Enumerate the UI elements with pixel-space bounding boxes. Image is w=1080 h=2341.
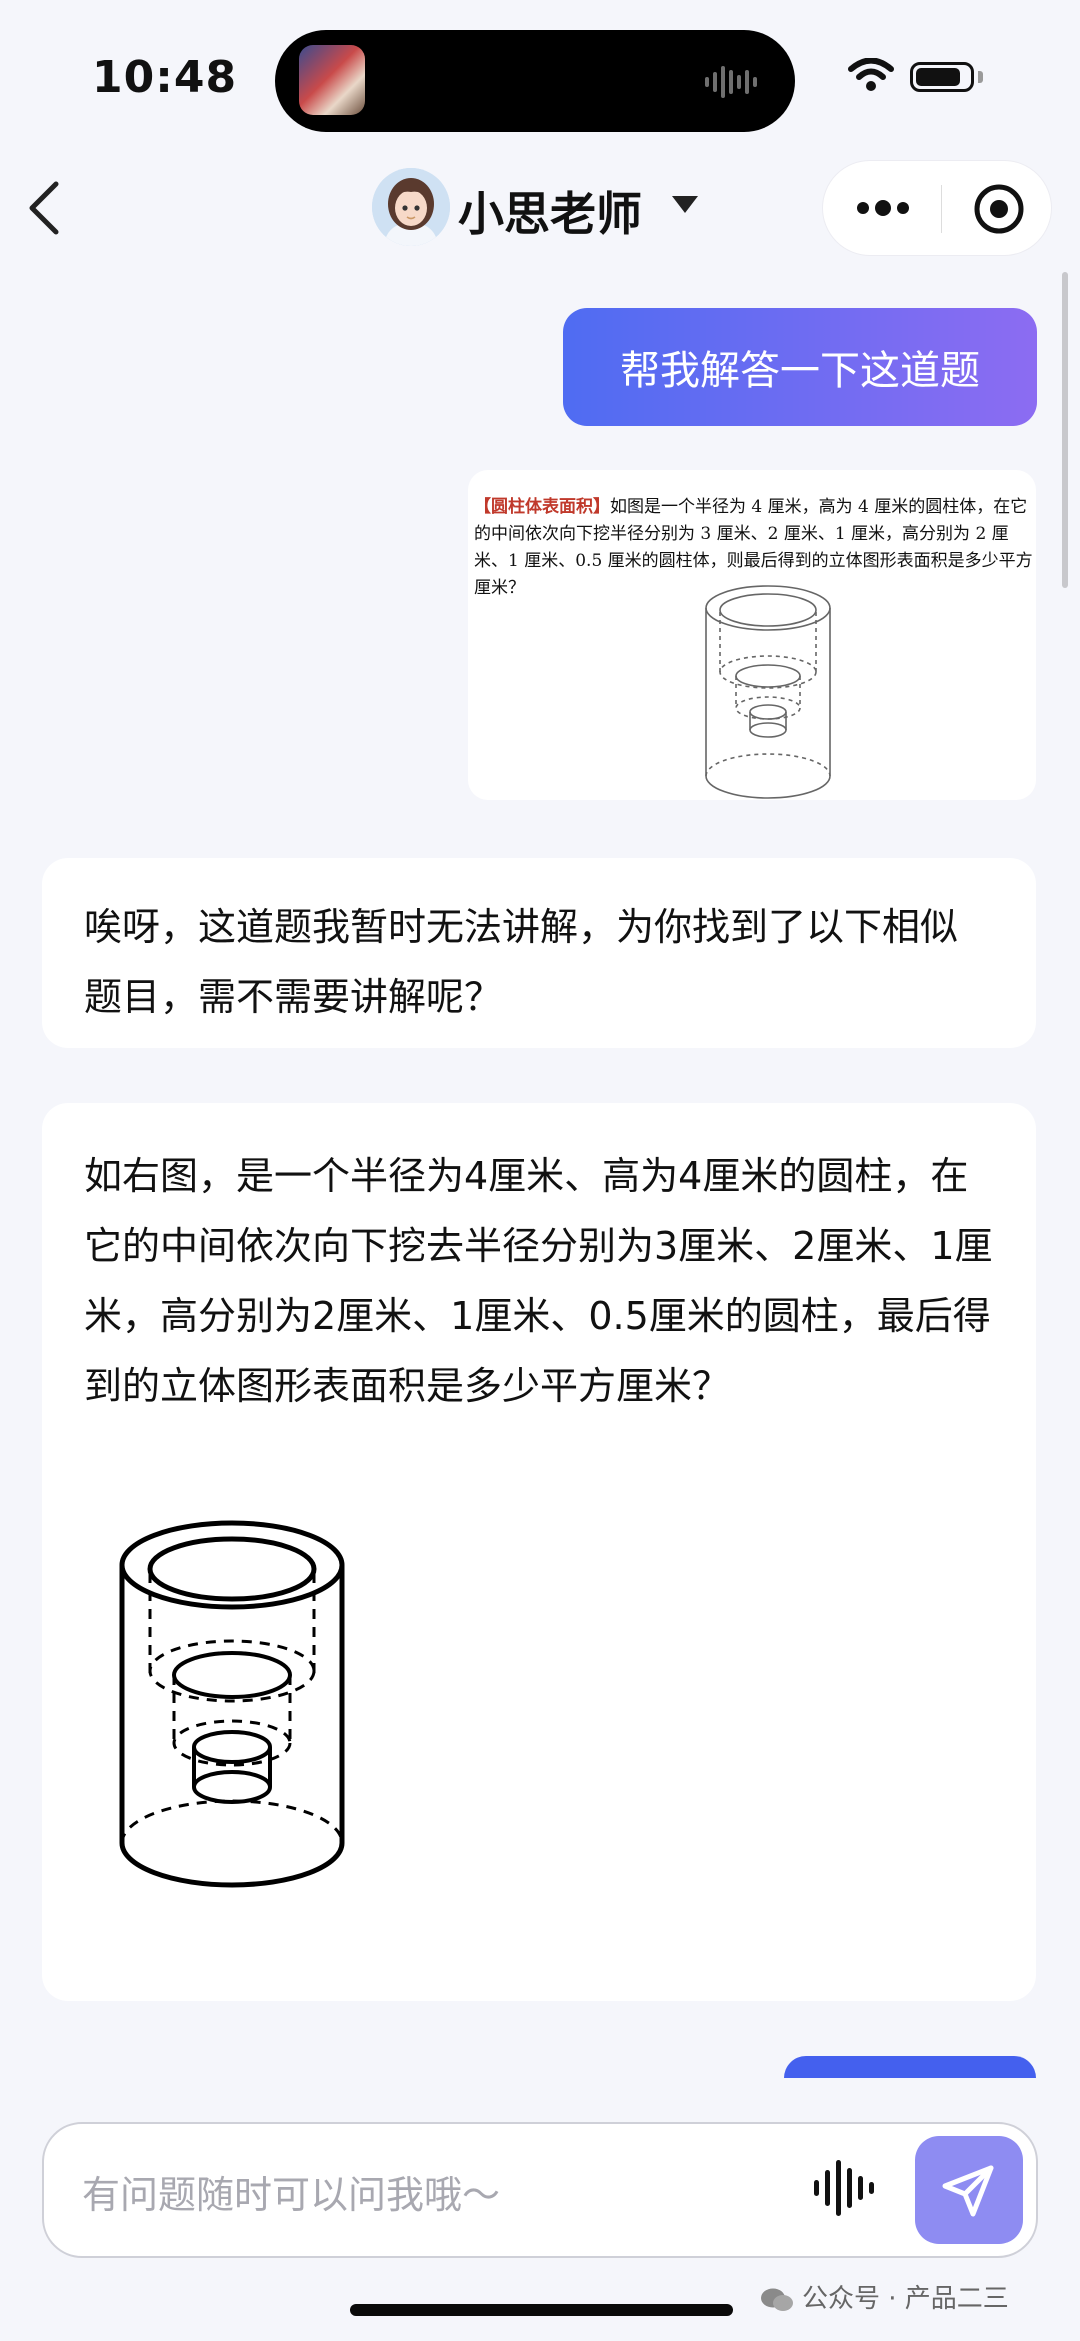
wechat-icon — [761, 2288, 793, 2311]
cylinder-figure — [119, 1520, 345, 1888]
bot-reply-bubble[interactable]: 唉呀，这道题我暂时无法讲解，为你找到了以下相似题目，需不需要讲解呢？ — [42, 858, 1036, 1048]
similar-question-text: 如右图，是一个半径为4厘米、高为4厘米的圆柱，在它的中间依次向下挖去半径分别为3… — [84, 1154, 993, 1408]
home-indicator[interactable] — [350, 2304, 733, 2316]
wifi-icon — [848, 58, 894, 91]
audio-wave-icon — [705, 66, 757, 98]
battery-icon — [910, 62, 974, 92]
chevron-left-icon[interactable] — [22, 178, 66, 238]
mini-program-capsule — [822, 160, 1052, 256]
similar-question-card[interactable]: 如右图，是一个半径为4厘米、高为4厘米的圆柱，在它的中间依次向下挖去半径分别为3… — [42, 1103, 1036, 2001]
cylinder-figure — [705, 585, 831, 799]
dynamic-island[interactable] — [275, 30, 795, 132]
voice-wave-icon[interactable] — [812, 2156, 876, 2220]
status-time: 10:48 — [92, 52, 238, 103]
caret-down-icon[interactable] — [672, 196, 698, 213]
send-button[interactable] — [915, 2136, 1023, 2244]
watermark: 公众号 · 产品二三 — [760, 2278, 1009, 2315]
send-icon — [942, 2165, 994, 2217]
battery-nub — [978, 71, 983, 83]
target-icon[interactable] — [973, 183, 1025, 235]
user-message-bubble[interactable]: 帮我解答一下这道题 — [563, 308, 1037, 426]
avatar-illustration — [372, 168, 450, 246]
teacher-avatar[interactable] — [372, 168, 450, 246]
scrollbar[interactable] — [1062, 272, 1068, 588]
message-input[interactable]: 有问题随时可以问我哦～ — [82, 2164, 500, 2219]
question-image[interactable]: 【圆柱体表面积】如图是一个半径为 4 厘米，高为 4 厘米的圆柱体，在它的中间依… — [468, 470, 1036, 800]
chat-title[interactable]: 小思老师 — [458, 178, 642, 244]
next-user-bubble-peek — [784, 2056, 1036, 2078]
question-image-tag: 【圆柱体表面积】 — [474, 497, 610, 517]
watermark-text: 公众号 · 产品二三 — [802, 2284, 1009, 2314]
more-dots-icon[interactable] — [855, 197, 911, 219]
now-playing-thumbnail — [299, 45, 365, 115]
capsule-divider — [941, 185, 942, 233]
